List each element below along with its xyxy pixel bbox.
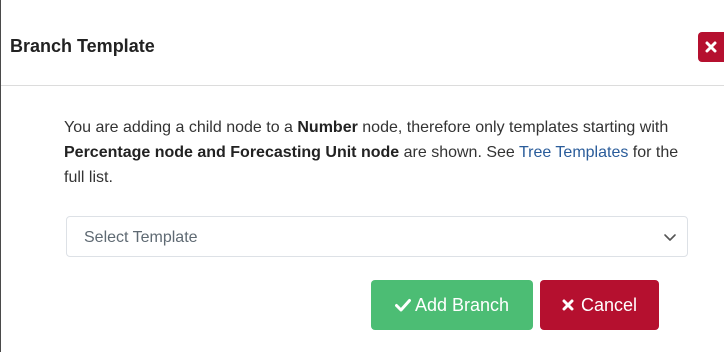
add-branch-button[interactable]: Add Branch xyxy=(371,280,533,330)
template-select[interactable]: Select Template xyxy=(66,216,688,257)
branch-template-modal: Branch Template You are adding a child n… xyxy=(0,0,724,352)
message-text: You are adding a child node to a xyxy=(64,119,298,136)
node-type-label: Number xyxy=(297,119,358,136)
add-branch-label: Add Branch xyxy=(414,294,510,315)
info-message: You are adding a child node to a Number … xyxy=(64,115,684,190)
cancel-label: Cancel xyxy=(580,294,638,315)
allowed-types-label: Percentage node and Forecasting Unit nod… xyxy=(64,144,400,161)
message-text: node, therefore only templates starting … xyxy=(357,119,669,136)
tree-templates-link[interactable]: Tree Templates xyxy=(519,144,628,161)
message-text: are shown. See xyxy=(399,144,519,161)
chevron-down-icon xyxy=(663,230,677,249)
modal-header: Branch Template xyxy=(1,0,724,86)
close-button[interactable] xyxy=(698,32,724,62)
template-select-value: Select Template xyxy=(84,229,198,246)
close-icon xyxy=(705,41,717,53)
modal-title: Branch Template xyxy=(10,36,155,56)
check-icon xyxy=(394,298,411,312)
times-icon xyxy=(562,299,574,311)
cancel-button[interactable]: Cancel xyxy=(540,280,659,330)
